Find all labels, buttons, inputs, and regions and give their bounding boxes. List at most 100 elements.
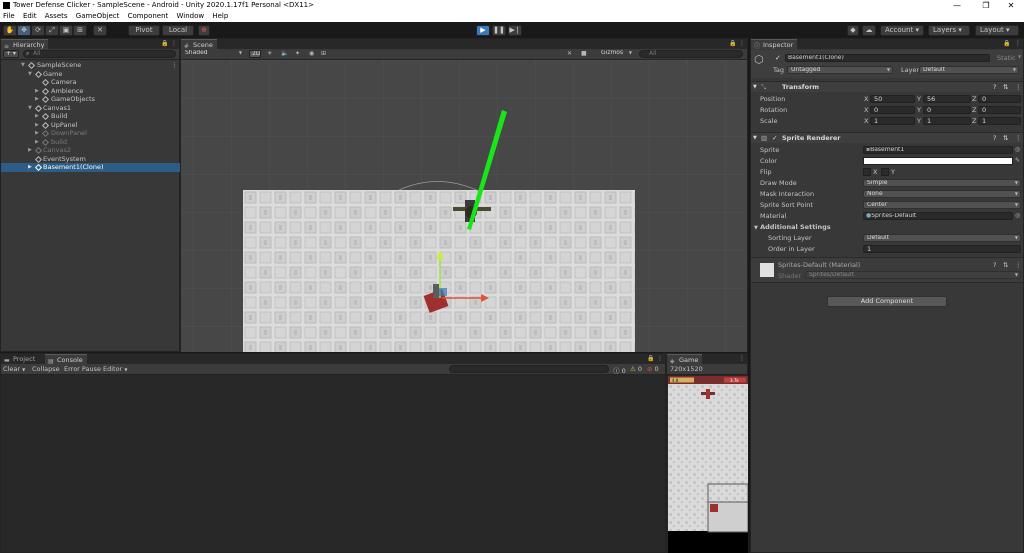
error-pause-button[interactable]: Error Pause xyxy=(64,365,101,373)
kebab-menu-icon[interactable]: ⋮ xyxy=(739,355,745,362)
layout-dropdown[interactable]: Layout ▾ xyxy=(975,25,1019,36)
settings-icon[interactable]: ⇅ xyxy=(1003,82,1008,93)
expand-arrow-icon[interactable]: ▶ xyxy=(28,163,32,172)
hierarchy-search-input[interactable]: All xyxy=(23,50,176,58)
hidden-objects-icon[interactable]: ◉ xyxy=(309,50,314,57)
resolution-label[interactable]: 720x1520 xyxy=(670,365,703,373)
object-picker-icon[interactable]: ◎ xyxy=(1015,146,1020,153)
sprite-renderer-header[interactable]: ▼ ▨ ✓ Sprite Renderer ? ⇅ ⋮ xyxy=(751,132,1023,143)
flip-x-checkbox[interactable] xyxy=(863,168,871,176)
position-y-field[interactable]: 56 xyxy=(923,95,971,103)
hierarchy-row-camera[interactable]: Camera xyxy=(1,78,180,87)
tag-dropdown[interactable]: Untagged xyxy=(787,66,893,74)
menu-assets[interactable]: Assets xyxy=(42,11,71,22)
maximize-button[interactable]: ❐ xyxy=(975,0,997,11)
help-icon[interactable]: ? xyxy=(993,133,996,144)
expand-arrow-icon[interactable]: ▼ xyxy=(21,61,25,70)
scene-viewport[interactable] xyxy=(181,60,747,352)
2d-mode-toggle[interactable]: 2D xyxy=(249,50,261,58)
hierarchy-row-game[interactable]: ▼ Game xyxy=(1,70,180,79)
expand-arrow-icon[interactable]: ▶ xyxy=(28,146,32,155)
account-dropdown[interactable]: Account ▾ xyxy=(880,25,924,36)
custom-tool-button[interactable]: ✕ xyxy=(93,25,107,36)
lighting-icon[interactable]: ☀ xyxy=(267,50,272,57)
menu-window[interactable]: Window xyxy=(174,11,208,22)
add-component-button[interactable]: Add Component xyxy=(827,296,947,307)
kebab-menu-icon[interactable]: ⋮ xyxy=(171,40,177,47)
draw-mode-dropdown[interactable]: Simple xyxy=(863,179,1021,187)
transform-tool-button[interactable]: ⊞ xyxy=(73,25,87,36)
expand-arrow-icon[interactable]: ▼ xyxy=(753,133,757,144)
position-z-field[interactable]: 0 xyxy=(978,95,1021,103)
scale-z-field[interactable]: 1 xyxy=(978,117,1021,125)
pause-button[interactable]: ❚❚ xyxy=(492,25,506,36)
help-icon[interactable]: ? xyxy=(993,261,996,269)
pivot-toggle[interactable]: Pivot xyxy=(128,25,160,36)
sprite-sort-point-dropdown[interactable]: Center xyxy=(863,201,1021,209)
rotate-tool-button[interactable]: ⟳ xyxy=(31,25,45,36)
close-button[interactable]: ✕ xyxy=(1000,0,1022,11)
hierarchy-row-scene[interactable]: ▼ SampleScene ⋮ xyxy=(1,61,180,70)
scale-x-field[interactable]: 1 xyxy=(870,117,915,125)
kebab-menu-icon[interactable]: ⋮ xyxy=(1015,133,1022,144)
order-in-layer-field[interactable]: 1 xyxy=(863,245,1021,253)
expand-arrow-icon[interactable]: ▶ xyxy=(35,121,39,130)
tools-icon[interactable]: ✕ xyxy=(567,50,572,57)
expand-arrow-icon[interactable]: ▶ xyxy=(35,112,39,121)
tab-inspector[interactable]: ⓘ Inspector xyxy=(751,39,798,50)
object-picker-icon[interactable]: ◎ xyxy=(1015,212,1020,219)
info-counter[interactable]: ⓘ 0 xyxy=(613,365,626,375)
hierarchy-row-gameobjects[interactable]: ▶ GameObjects xyxy=(1,95,180,104)
hierarchy-row-eventsystem[interactable]: EventSystem xyxy=(1,155,180,164)
additional-settings-foldout[interactable]: ▼ Additional Settings xyxy=(754,223,831,231)
sorting-layer-dropdown[interactable]: Default xyxy=(863,234,1021,242)
audio-icon[interactable]: 🔈 xyxy=(281,50,288,57)
effects-icon[interactable]: ✦ xyxy=(295,50,300,57)
help-icon[interactable]: ? xyxy=(993,82,996,93)
shader-dropdown[interactable]: Sprites/Default xyxy=(805,271,1021,279)
camera-icon[interactable]: ■ xyxy=(581,50,587,57)
collab-icon[interactable]: ◆ xyxy=(847,25,859,36)
kebab-menu-icon[interactable]: ⋮ xyxy=(1015,261,1022,269)
active-checkbox[interactable]: ✓ xyxy=(775,54,781,62)
tab-game[interactable]: ◈ Game xyxy=(667,354,703,365)
tab-project[interactable]: ▬ Project xyxy=(1,354,40,364)
scale-y-field[interactable]: 1 xyxy=(923,117,971,125)
menu-edit[interactable]: Edit xyxy=(20,11,40,22)
hierarchy-row-canvas2[interactable]: ▶ Canvas2 xyxy=(1,146,180,155)
object-name-field[interactable]: Basement1(Clone) xyxy=(785,54,990,62)
expand-arrow-icon[interactable]: ▶ xyxy=(35,95,39,104)
lock-icon[interactable]: 🔒 xyxy=(729,40,736,47)
static-toggle[interactable]: Static xyxy=(997,54,1016,62)
row-menu-icon[interactable]: ⋮ xyxy=(171,61,178,70)
expand-arrow-icon[interactable]: ▼ xyxy=(28,70,32,79)
transform-header[interactable]: ▼ ⤡ Transform ? ⇅ ⋮ xyxy=(751,81,1023,92)
create-button[interactable]: + ▾ xyxy=(3,50,19,58)
expand-arrow-icon[interactable]: ▶ xyxy=(35,87,39,96)
kebab-menu-icon[interactable]: ⋮ xyxy=(1015,40,1021,47)
step-button[interactable]: ▶❘ xyxy=(508,25,522,36)
hierarchy-row-canvas1[interactable]: ▼ Canvas1 xyxy=(1,104,180,113)
clear-button[interactable]: Clear ▼ xyxy=(3,365,25,373)
settings-icon[interactable]: ⇅ xyxy=(1003,133,1008,144)
scale-tool-button[interactable]: ⤢ xyxy=(45,25,59,36)
kebab-menu-icon[interactable]: ⋮ xyxy=(657,355,663,362)
hierarchy-row-basement1-clone[interactable]: ▶ Basement1(Clone) xyxy=(1,163,180,172)
mask-interaction-dropdown[interactable]: None xyxy=(863,190,1021,198)
move-tool-button[interactable]: ✥ xyxy=(17,25,31,36)
hierarchy-row-build[interactable]: ▶ Build xyxy=(1,112,180,121)
rotation-y-field[interactable]: 0 xyxy=(923,106,971,114)
error-counter[interactable]: ⊘ 0 xyxy=(647,365,659,373)
clear-dropdown-icon[interactable]: ▼ xyxy=(22,367,25,372)
expand-arrow-icon[interactable]: ▼ xyxy=(28,104,32,113)
enabled-checkbox[interactable]: ✓ xyxy=(772,133,777,144)
hierarchy-row-downpanel[interactable]: ▶ DownPanel xyxy=(1,129,180,138)
collapse-button[interactable]: Collapse xyxy=(32,365,60,373)
expand-arrow-icon[interactable]: ▶ xyxy=(35,129,39,138)
layer-dropdown[interactable]: Default xyxy=(919,66,1019,74)
menu-component[interactable]: Component xyxy=(125,11,172,22)
hierarchy-row-ambience[interactable]: ▶ Ambience xyxy=(1,87,180,96)
settings-icon[interactable]: ⇅ xyxy=(1003,261,1008,269)
color-swatch[interactable] xyxy=(863,157,1013,165)
material-field[interactable]: ●Sprites-Default xyxy=(863,212,1013,220)
